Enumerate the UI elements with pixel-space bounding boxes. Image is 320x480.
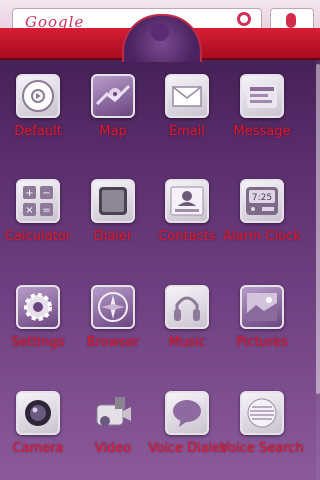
- music-player-icon: [16, 74, 60, 118]
- headphones-icon: [165, 285, 209, 329]
- app-label: Alarm Clock: [223, 229, 301, 244]
- svg-text:−: −: [42, 188, 50, 199]
- compass-icon: [91, 285, 135, 329]
- speech-bubble-icon: [165, 391, 209, 435]
- drawer-handle-knob[interactable]: [151, 23, 169, 41]
- svg-text:=: =: [42, 205, 50, 216]
- speaker-grille-icon: [240, 391, 284, 435]
- svg-text:+: +: [25, 188, 33, 199]
- phone-screen-icon: [91, 179, 135, 223]
- video-camera-icon: [91, 391, 135, 435]
- camera-lens-icon: [16, 391, 60, 435]
- scrollbar-thumb[interactable]: [316, 64, 320, 394]
- contact-card-icon: [165, 179, 209, 223]
- svg-text:×: ×: [25, 205, 33, 216]
- app-label: Voice Search: [220, 441, 304, 456]
- app-label: Message: [233, 124, 291, 139]
- app-label: Pictures: [236, 335, 288, 350]
- search-icon[interactable]: [237, 12, 251, 26]
- message-icon: [240, 74, 284, 118]
- calculator-icon: + − × =: [16, 179, 60, 223]
- alarm-clock-icon: 7:25: [240, 179, 284, 223]
- gear-icon: [16, 285, 60, 329]
- picture-icon: [240, 285, 284, 329]
- envelope-icon: [165, 74, 209, 118]
- map-icon: [91, 74, 135, 118]
- clock-time: 7:25: [252, 193, 272, 203]
- microphone-icon: [286, 13, 296, 28]
